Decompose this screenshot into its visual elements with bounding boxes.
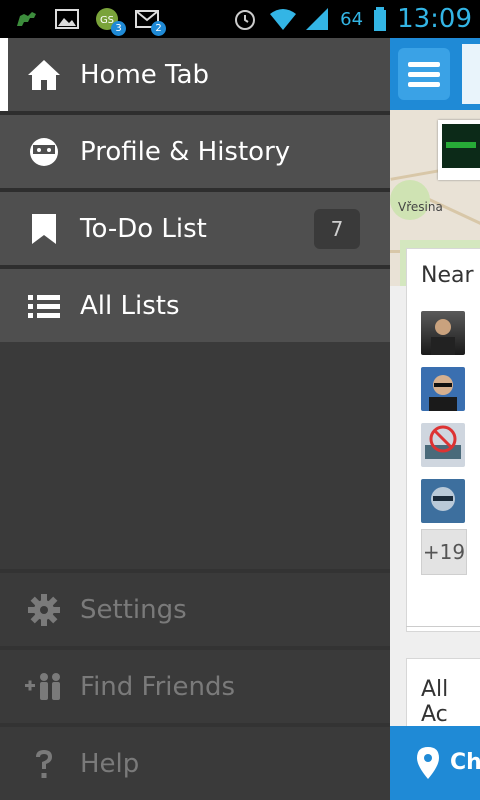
drawer-item-label: Find Friends	[80, 671, 236, 702]
add-friends-icon	[24, 667, 64, 707]
avatar[interactable]	[421, 367, 465, 411]
notification-badge: 3	[111, 21, 126, 36]
avatar[interactable]	[421, 423, 465, 467]
map-place-label: Vřesina	[398, 200, 443, 214]
separator	[406, 626, 480, 627]
avatar[interactable]	[421, 479, 465, 523]
gallery-notification-icon	[54, 6, 80, 32]
battery-icon	[373, 6, 387, 32]
home-icon	[24, 55, 64, 95]
bookmark-icon	[24, 209, 64, 249]
gs-notification-icon: GS 3	[94, 6, 126, 36]
nearby-friends-card[interactable]: Near +19	[406, 248, 480, 632]
app-notification-icon	[14, 6, 40, 32]
menu-toggle-button[interactable]	[398, 48, 450, 100]
drawer-item-find-friends[interactable]: Find Friends	[0, 646, 390, 723]
clock: 13:09	[397, 4, 472, 34]
check-in-label: Che	[450, 750, 480, 775]
gmail-notification-icon: 2	[134, 6, 166, 36]
drawer-item-label: All Lists	[80, 290, 180, 321]
status-bar: GS 3 2 64 13:09	[0, 0, 480, 38]
location-pin-icon	[416, 746, 440, 784]
alarm-icon	[232, 6, 258, 32]
drawer-item-help[interactable]: Help	[0, 723, 390, 800]
profile-icon	[24, 132, 64, 172]
drawer-item-settings[interactable]: Settings	[0, 569, 390, 646]
logo-edge	[462, 44, 480, 104]
list-icon	[24, 286, 64, 326]
venue-map-marker[interactable]	[438, 120, 480, 180]
todo-count-badge: 7	[314, 209, 360, 249]
activity-filter-card[interactable]: All Ac	[406, 658, 480, 728]
drawer-item-all-lists[interactable]: All Lists	[0, 269, 390, 342]
navigation-drawer: Home Tab Profile & History To-Do List 7 …	[0, 38, 390, 800]
main-content: Vřesina Near +19 All Ac Che	[390, 38, 480, 800]
venue-photo	[442, 124, 480, 168]
avatar[interactable]	[421, 311, 465, 355]
nearby-title: Near	[421, 263, 474, 288]
activity-title: All Ac	[421, 677, 449, 727]
notification-badge: 2	[151, 21, 166, 36]
top-action-bar	[390, 38, 480, 110]
help-icon	[24, 744, 64, 784]
more-friends-count[interactable]: +19	[421, 529, 467, 575]
drawer-item-label: Profile & History	[80, 136, 291, 167]
battery-level: 64	[340, 8, 364, 30]
drawer-item-to-do-list[interactable]: To-Do List 7	[0, 192, 390, 265]
signal-icon	[304, 6, 330, 32]
drawer-item-label: Help	[80, 748, 140, 779]
drawer-item-label: To-Do List	[80, 213, 207, 244]
check-in-button[interactable]: Che	[390, 726, 480, 800]
gear-icon	[24, 590, 64, 630]
drawer-item-label: Settings	[80, 594, 187, 625]
drawer-item-label: Home Tab	[80, 59, 210, 90]
drawer-item-profile-history[interactable]: Profile & History	[0, 115, 390, 188]
wifi-icon	[268, 6, 297, 32]
drawer-item-home-tab[interactable]: Home Tab	[0, 38, 390, 111]
